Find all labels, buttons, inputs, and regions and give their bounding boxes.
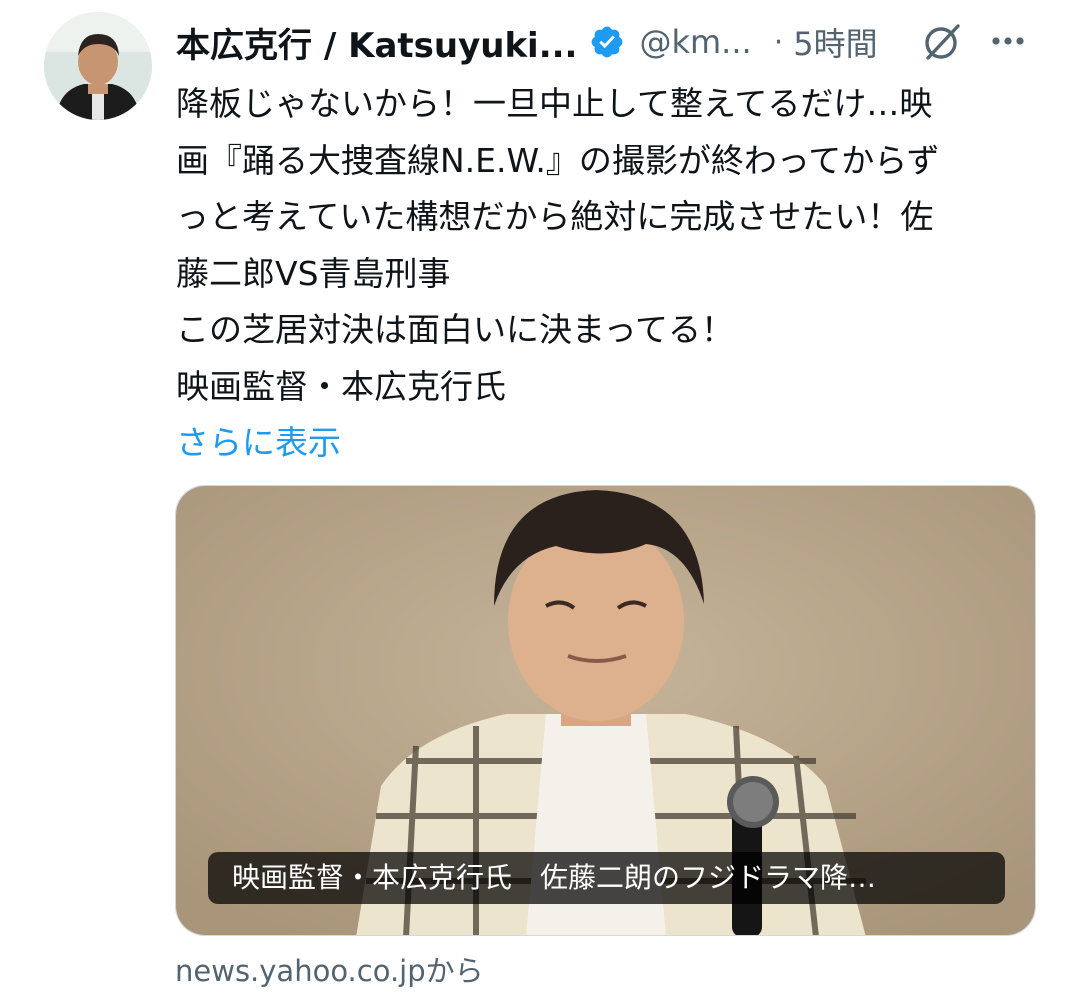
separator-dot: · — [773, 24, 784, 60]
author-avatar[interactable] — [44, 12, 152, 120]
tweet-text-line: 画『踊る大捜査線N.E.W.』の撮影が終わってからず — [176, 140, 940, 180]
avatar-photo — [44, 12, 152, 120]
tweet-text: 降板じゃないから！一旦中止して整えてるだけ…映 画『踊る大捜査線N.E.W.』の… — [176, 76, 1056, 472]
tweet-text-line: 降板じゃないから！一旦中止して整えてるだけ…映 — [176, 84, 933, 123]
verified-badge-icon[interactable] — [589, 24, 625, 60]
tweet-text-line: この芝居対決は面白いに決まってる！ — [176, 310, 735, 349]
tweet-text-line: 藤二郎VS青島刑事 — [176, 253, 451, 293]
show-more-link[interactable]: さらに表示 — [176, 415, 1056, 472]
card-caption: 映画監督・本広克行氏 佐藤二朗のフジドラマ降… — [208, 852, 1005, 904]
more-options-icon[interactable] — [988, 26, 1028, 56]
tweet-timestamp[interactable]: 5時間 — [793, 19, 877, 65]
card-source[interactable]: news.yahoo.co.jpから — [175, 948, 484, 990]
tweet-text-line: っと考えていた構想だから絶対に完成させたい！佐 — [176, 197, 934, 236]
link-card[interactable]: 映画監督・本広克行氏 佐藤二朗のフジドラマ降… — [175, 485, 1036, 936]
author-handle[interactable]: @km... — [639, 23, 751, 61]
tweet[interactable]: 本広克行 / Katsuyuki... @km... · 5時間 降板じゃないか… — [0, 0, 1080, 993]
tweet-header: 本広克行 / Katsuyuki... @km... · 5時間 — [176, 14, 1056, 70]
tweet-text-line: 映画監督・本広克行氏 — [176, 366, 506, 406]
grok-icon[interactable] — [920, 20, 964, 64]
author-display-name[interactable]: 本広克行 / Katsuyuki... — [176, 18, 577, 67]
